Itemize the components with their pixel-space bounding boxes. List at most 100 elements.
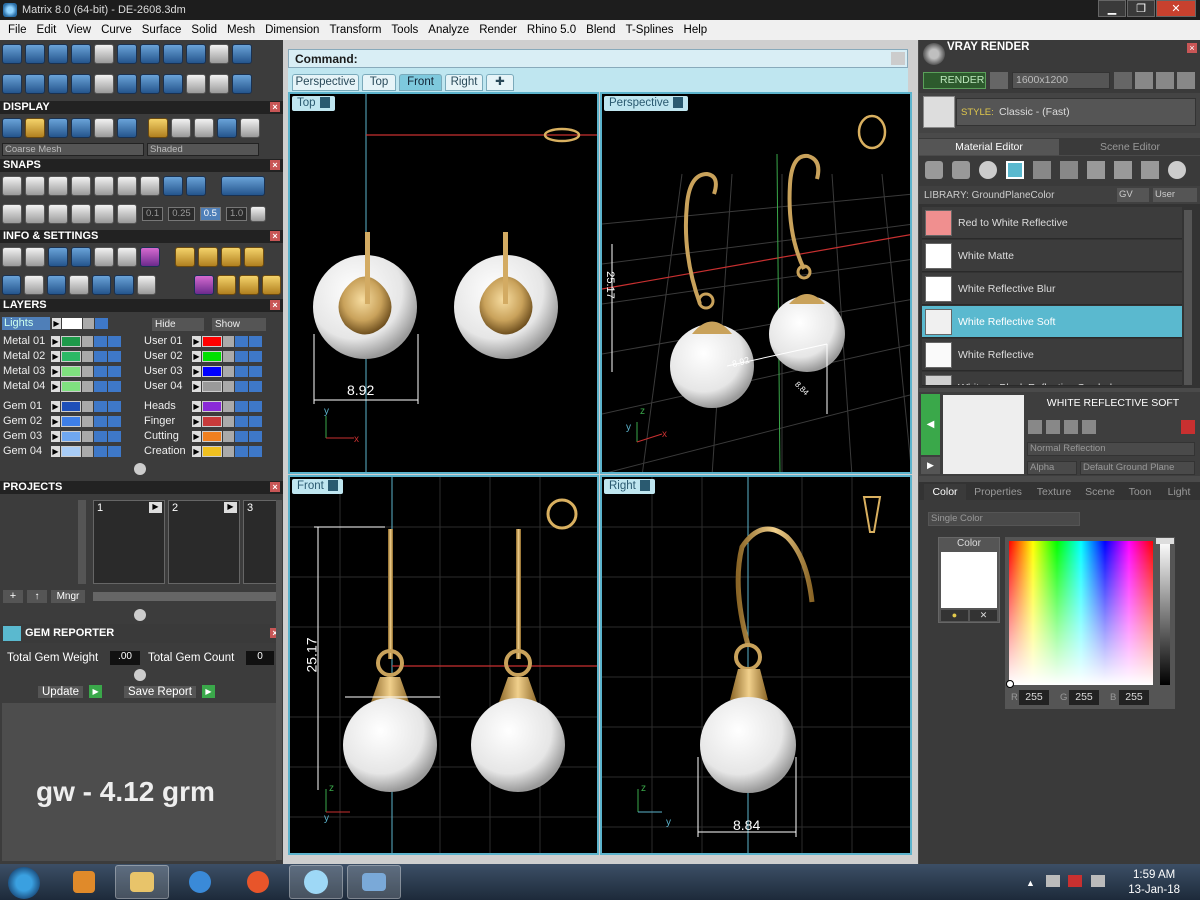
tab-toon[interactable]: Toon: [1122, 484, 1158, 500]
minimize-button[interactable]: ▁: [1098, 0, 1126, 17]
project-slot-1[interactable]: 1 ▶: [93, 500, 165, 584]
volume-icon[interactable]: [48, 247, 68, 267]
green-value[interactable]: 255: [1069, 690, 1099, 705]
setting-tool-icon[interactable]: [48, 44, 68, 64]
arrow-icon[interactable]: ▶: [192, 350, 201, 362]
visibility-icon[interactable]: [235, 400, 248, 412]
render-visibility-icon[interactable]: [108, 380, 121, 392]
cube-icon[interactable]: [140, 247, 160, 267]
upload-project-button[interactable]: ↑: [27, 590, 47, 603]
expand-arrow-icon[interactable]: ◀: [921, 394, 940, 455]
render-visibility-icon[interactable]: [108, 445, 121, 457]
sparkle-icon[interactable]: [216, 275, 237, 295]
grid-view-icon[interactable]: [2, 275, 22, 295]
flag-icon[interactable]: [1068, 875, 1082, 887]
arrow-icon[interactable]: ▶: [192, 415, 201, 427]
render-visibility-icon[interactable]: [249, 380, 262, 392]
move-tool-icon[interactable]: [94, 74, 114, 94]
lock-icon[interactable]: [82, 445, 93, 457]
material-item[interactable]: White Reflective: [922, 339, 1182, 371]
render-visibility-icon[interactable]: [108, 430, 121, 442]
render-visibility-icon[interactable]: [249, 415, 262, 427]
loop-tool-icon[interactable]: [186, 44, 206, 64]
shading-mode-dropdown[interactable]: Shaded: [147, 143, 259, 156]
snap-value-0-1[interactable]: 0.1: [142, 207, 164, 221]
edit-icon[interactable]: [117, 247, 137, 267]
menu-edit[interactable]: Edit: [32, 24, 62, 36]
render-visibility-icon[interactable]: [249, 365, 262, 377]
arrow-icon[interactable]: ▶: [192, 430, 201, 442]
layer-row[interactable]: Heads ▶: [144, 399, 262, 413]
render-icon[interactable]: [209, 44, 229, 64]
visibility-icon[interactable]: [94, 380, 107, 392]
collapse-handle-icon[interactable]: [134, 609, 146, 621]
lock-icon[interactable]: [82, 415, 93, 427]
viewport-label-top[interactable]: Top: [292, 96, 335, 111]
taskbar-media-player[interactable]: [57, 865, 111, 899]
close-icon[interactable]: ×: [270, 160, 280, 170]
render-visibility-icon[interactable]: [249, 445, 262, 457]
update-button[interactable]: Update: [38, 685, 84, 698]
frame2-icon[interactable]: [221, 247, 241, 267]
menu-mesh[interactable]: Mesh: [222, 24, 260, 36]
close-button[interactable]: ✕: [1156, 0, 1196, 17]
tab-right[interactable]: Right: [445, 74, 483, 91]
gem-icon[interactable]: [175, 247, 195, 267]
left-panel-scrollbar[interactable]: [276, 500, 282, 860]
flow-tool-icon[interactable]: [163, 74, 183, 94]
clear-icon[interactable]: ✕: [970, 610, 997, 621]
blue-material-icon[interactable]: [217, 118, 237, 138]
viewport-label-perspective[interactable]: Perspective: [604, 96, 689, 111]
material-item[interactable]: Red to White Reflective: [922, 207, 1182, 239]
gold-material-icon[interactable]: [148, 118, 168, 138]
red-value[interactable]: 255: [1019, 690, 1049, 705]
rendered-icon[interactable]: [71, 118, 91, 138]
shaders-icon[interactable]: [1141, 161, 1159, 179]
sphere-icon[interactable]: [979, 161, 997, 179]
snap-value-0-5[interactable]: 0.5: [199, 207, 221, 221]
arc-tool-icon[interactable]: [25, 74, 45, 94]
tab-material-editor[interactable]: Material Editor: [919, 139, 1059, 155]
viewport-top[interactable]: y x Top 8.92: [288, 92, 599, 474]
play-icon[interactable]: ▶: [201, 685, 215, 698]
grid-icon[interactable]: [250, 206, 267, 222]
scrollbar-icon[interactable]: [891, 52, 905, 65]
layer-row[interactable]: Gem 01 ▶: [3, 399, 121, 413]
mesh-quality-dropdown[interactable]: Coarse Mesh: [2, 143, 144, 156]
arrow-icon[interactable]: ▶: [51, 380, 60, 392]
layer-color-swatch[interactable]: [61, 430, 81, 442]
menu-help[interactable]: Help: [679, 24, 713, 36]
scale-tool-icon[interactable]: [71, 74, 91, 94]
visibility-icon[interactable]: [235, 415, 248, 427]
tab-properties[interactable]: Properties: [968, 484, 1028, 500]
curve-tool-icon[interactable]: [2, 74, 22, 94]
clock[interactable]: 1:59 AM 13-Jan-18: [1128, 868, 1180, 898]
visibility-icon[interactable]: [235, 380, 248, 392]
tab-add-button[interactable]: ✚: [486, 74, 514, 91]
trim-tool-icon[interactable]: [209, 74, 229, 94]
end-snap-icon[interactable]: [2, 176, 22, 196]
menu-solid[interactable]: Solid: [186, 24, 222, 36]
refresh-icon[interactable]: [1181, 420, 1195, 434]
layer-row[interactable]: User 01 ▶: [144, 334, 262, 348]
list-icon[interactable]: [136, 275, 157, 295]
frame-buffer-icon[interactable]: [1135, 72, 1153, 89]
tab-front[interactable]: Front: [399, 74, 442, 91]
lock-icon[interactable]: [223, 415, 234, 427]
render-visibility-icon[interactable]: [108, 365, 121, 377]
arrow-icon[interactable]: ▶: [192, 445, 201, 457]
material-item[interactable]: White Reflective Blur: [922, 273, 1182, 305]
fire-icon[interactable]: [925, 161, 943, 179]
show-hidden-icons[interactable]: ▲: [1026, 878, 1035, 888]
point-snap-icon[interactable]: [48, 176, 68, 196]
copy-icon[interactable]: [1064, 420, 1078, 434]
gem-tool-icon[interactable]: [2, 44, 22, 64]
lock-icon[interactable]: [83, 318, 94, 329]
command-bar[interactable]: Command:: [288, 49, 908, 68]
render-visibility-icon[interactable]: [108, 335, 121, 347]
material-item[interactable]: White Reflective Soft: [922, 306, 1182, 338]
viewport-right[interactable]: z y Right 8.84: [600, 475, 912, 855]
close-icon[interactable]: ×: [1187, 43, 1197, 53]
snap-value-1-0[interactable]: 1.0: [225, 207, 248, 221]
alpha-dropdown[interactable]: Alpha: [1027, 461, 1077, 475]
